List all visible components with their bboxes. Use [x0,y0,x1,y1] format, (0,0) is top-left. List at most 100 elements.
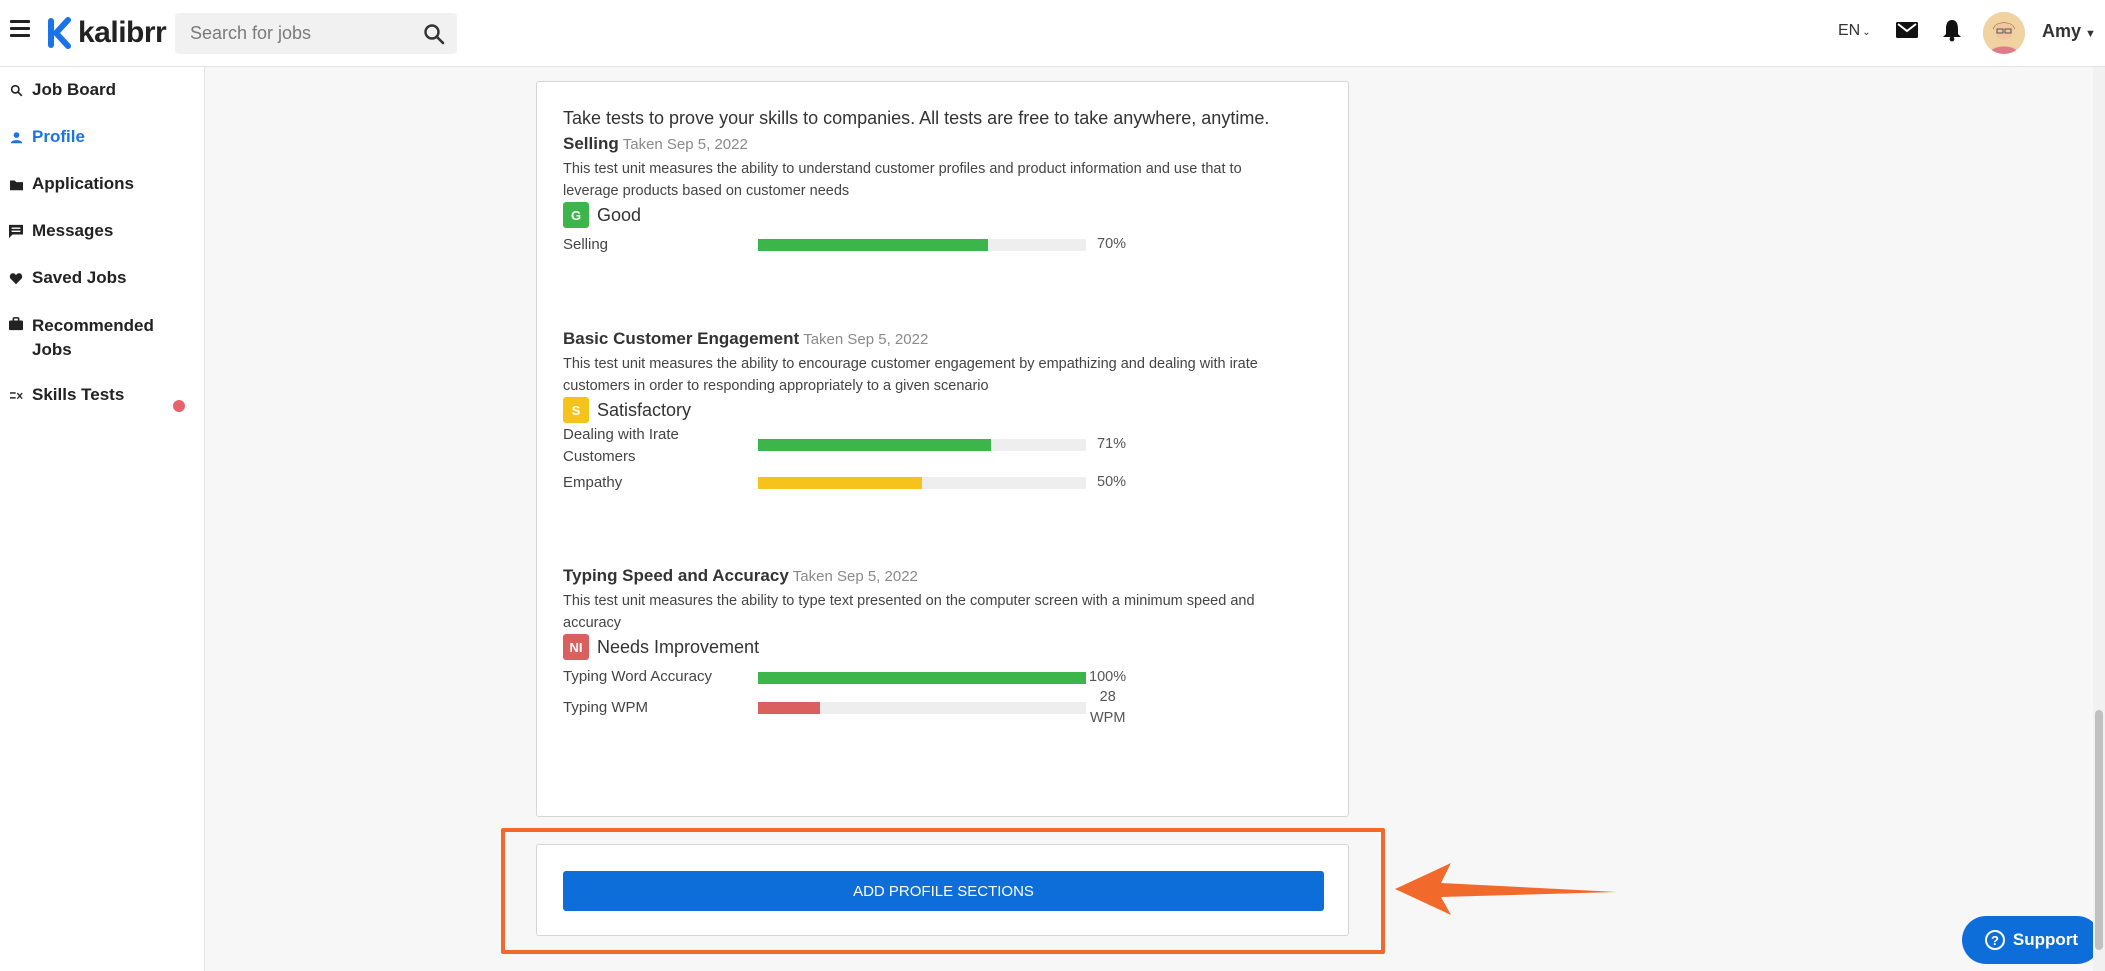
sidebar-item-profile[interactable]: Profile [8,127,85,147]
mail-icon[interactable] [1895,20,1919,40]
test-title-text: Basic Customer Engagement [563,329,800,348]
test-description-line1: This test unit measures the ability to u… [563,161,1242,177]
metric-label: Typing WPM [563,699,649,716]
metric-value: 71% [1097,436,1127,452]
grade-indicator: S Satisfactory [563,397,691,423]
metric-value: 28 WPM [1090,687,1125,729]
sidebar-item-label: Applications [32,174,135,193]
support-label: Support [2012,930,2079,949]
progress-bar-fill [758,439,991,451]
metric-label-line2: Customers [563,448,636,465]
sidebar-item-messages[interactable]: Messages [8,221,113,241]
skills-tests-card: Take tests to prove your skills to compa… [536,81,1349,817]
metric-value: 70% [1097,236,1127,252]
test-description-line2: customers in order to responding appropr… [563,378,989,394]
bell-icon[interactable] [1941,18,1963,42]
skills-icon [8,387,24,403]
language-selector[interactable]: EN ⌄ [1838,22,1871,40]
sidebar-item-label: Job Board [32,80,117,99]
metric-label: Selling [563,236,609,253]
test-taken-date: Taken Sep 5, 2022 [622,136,748,153]
metric-value: 100% [1089,669,1127,685]
test-taken-date: Taken Sep 5, 2022 [792,568,918,585]
test-description: This test unit measures the ability to t… [563,590,1333,634]
progress-bar [758,672,1086,684]
metric-value: 50% [1097,474,1127,490]
sidebar-item-label-group: Recommended Jobs [32,314,154,362]
sidebar-item-saved-jobs[interactable]: Saved Jobs [8,268,127,288]
folder-icon [8,176,24,192]
skills-intro-text: Take tests to prove your skills to compa… [563,108,1270,128]
progress-bar [758,439,1086,451]
chevron-down-icon: ⌄ [1862,27,1871,38]
progress-bar [758,702,1086,714]
search-icon[interactable] [423,23,445,45]
progress-bar-fill [758,702,821,714]
search-icon [8,82,24,98]
sidebar-item-label-line2: Jobs [32,340,72,359]
heart-icon [8,270,24,286]
scrollbar-thumb[interactable] [2095,710,2103,950]
logo-text: kalibrr [78,16,167,49]
test-title: Typing Speed and Accuracy Taken Sep 5, 20… [563,566,918,586]
sidebar-item-job-board[interactable]: Job Board [8,80,116,100]
notification-dot [173,400,185,412]
grade-badge: NI [563,634,589,660]
test-description-line2: accuracy [563,615,622,631]
help-circle-icon: ? [1984,930,2005,950]
support-button[interactable]: ? Support [1962,916,2101,964]
test-title-text: Typing Speed and Accuracy [563,566,789,585]
search-input[interactable] [175,13,405,54]
hamburger-menu-icon[interactable] [10,20,30,37]
language-label: EN [1838,22,1861,39]
user-avatar-icon [1983,12,2025,54]
progress-bar-fill [758,672,1086,684]
metric-label-line1: Dealing with Irate [563,426,679,443]
sidebar-item-label: Profile [32,127,85,146]
message-icon [8,223,24,239]
sidebar-item-label: Saved Jobs [32,268,127,287]
sidebar-item-label: Messages [32,221,114,240]
search-box [175,13,457,54]
progress-bar-fill [758,239,988,251]
test-title: Basic Customer Engagement Taken Sep 5, 20… [563,329,928,349]
test-taken-date: Taken Sep 5, 2022 [803,331,929,348]
test-description-line1: This test unit measures the ability to t… [563,593,1255,609]
test-description: This test unit measures the ability to e… [563,353,1333,397]
grade-indicator: G Good [563,202,641,228]
grade-indicator: NI Needs Improvement [563,634,759,660]
person-icon [8,129,24,145]
annotation-arrow-icon [1395,863,1617,915]
metric-label: Dealing with Irate Customers [563,424,743,468]
grade-label: Satisfactory [597,399,692,420]
progress-bar [758,477,1086,489]
sidebar-item-label: Skills Tests [32,385,125,404]
grade-label: Good [597,204,642,225]
avatar[interactable] [1983,12,2025,54]
grade-badge: S [563,397,589,423]
test-description-line2: leverage products based on customer need… [563,183,850,199]
briefcase-icon [8,316,24,332]
metric-value-line2: WPM [1090,710,1126,726]
test-title-text: Selling [563,134,619,153]
progress-bar-fill [758,477,922,489]
user-menu[interactable]: Amy ▼ [2042,21,2096,42]
kalibrr-k-icon [48,17,71,49]
test-description: This test unit measures the ability to u… [563,158,1333,202]
grade-badge: G [563,202,589,228]
caret-down-icon: ▼ [2085,28,2096,40]
kalibrr-logo[interactable]: kalibrr [46,15,167,51]
sidebar-item-skills-tests[interactable]: Skills Tests [8,385,124,405]
grade-label: Needs Improvement [597,636,760,657]
metric-value-line1: 28 [1099,689,1116,705]
sidebar-item-label: Recommended [32,316,154,335]
sidebar-item-recommended-jobs[interactable]: Recommended Jobs [8,314,154,362]
sidebar: Job Board Profile Applications Messages … [0,67,205,971]
sidebar-item-applications[interactable]: Applications [8,174,134,194]
user-name-label: Amy [2042,21,2082,41]
highlight-annotation-box [501,828,1385,954]
progress-bar [758,239,1086,251]
metric-label: Empathy [563,474,623,491]
test-title: Selling Taken Sep 5, 2022 [563,134,748,154]
metric-label: Typing Word Accuracy [563,668,712,685]
